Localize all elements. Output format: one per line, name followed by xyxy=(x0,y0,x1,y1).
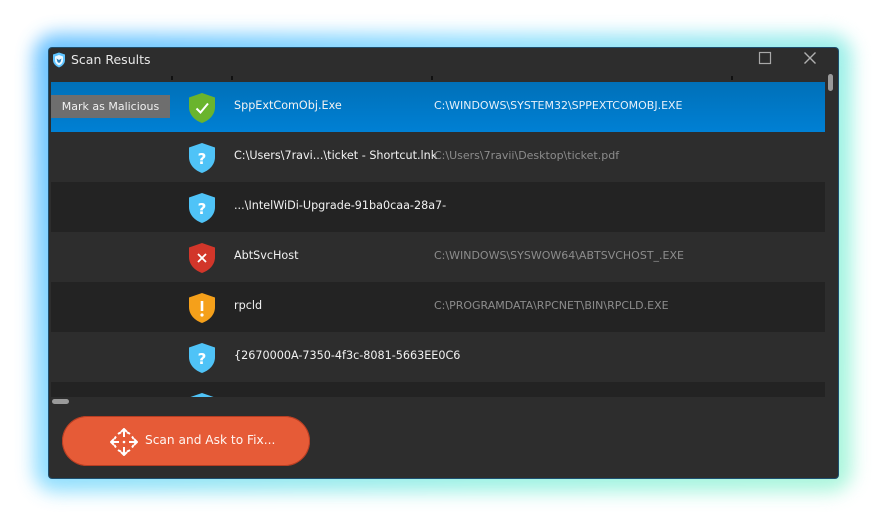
horizontal-scrollbar-thumb[interactable] xyxy=(52,399,69,404)
title-bar[interactable]: Scan Results xyxy=(49,48,838,72)
close-icon xyxy=(804,52,816,64)
column-separator[interactable] xyxy=(731,76,733,80)
column-header xyxy=(51,72,825,82)
file-path: C:\PROGRAMDATA\RPCNET\BIN\RPCLD.EXE xyxy=(434,299,669,312)
table-row[interactable]: Mark as Malicious SppExtComObj.Exe C:\WIND… xyxy=(51,82,825,132)
window-title: Scan Results xyxy=(71,52,151,67)
svg-text:?: ? xyxy=(198,350,207,368)
column-separator[interactable] xyxy=(231,76,233,80)
table-row[interactable]: AbtSvcHost C:\WINDOWS\SYSWOW64\ABTSVCHOST… xyxy=(51,232,825,282)
table-row[interactable]: ? C:\Users\7ravi...\ticket - Shortcut.lnk… xyxy=(51,132,825,182)
table-row[interactable]: rpcld C:\PROGRAMDATA\RPCNET\BIN\RPCLD.EXE xyxy=(51,282,825,332)
file-path: C:\WINDOWS\SYSTEM32\SPPEXTCOMOBJ.EXE xyxy=(434,99,683,112)
maximize-button[interactable] xyxy=(746,48,786,70)
vertical-scrollbar-thumb[interactable] xyxy=(828,74,833,91)
column-separator[interactable] xyxy=(431,76,433,80)
close-button[interactable] xyxy=(791,48,831,70)
table-row[interactable]: ? xyxy=(51,382,825,397)
file-name: {2670000A-7350-4f3c-8081-5663EE0C6 xyxy=(234,349,461,362)
scan-results-window: Scan Results Mark as Malicious SppExtComO… xyxy=(49,48,838,478)
results-list: Mark as Malicious SppExtComObj.Exe C:\WIND… xyxy=(51,82,825,397)
question-shield-icon: ? xyxy=(190,393,214,397)
scan-and-fix-label: Scan and Ask to Fix... xyxy=(145,433,276,447)
file-name: C:\Users\7ravi...\ticket - Shortcut.lnk xyxy=(234,149,438,162)
x-shield-icon xyxy=(189,243,215,273)
file-path: C:\WINDOWS\SYSWOW64\ABTSVCHOST_.EXE xyxy=(434,249,684,262)
maximize-icon xyxy=(758,51,772,65)
question-shield-icon: ? xyxy=(189,193,215,223)
table-row[interactable]: ? {2670000A-7350-4f3c-8081-5663EE0C6 xyxy=(51,332,825,382)
question-shield-icon: ? xyxy=(189,143,215,173)
mark-as-malicious-button[interactable]: Mark as Malicious xyxy=(51,95,170,118)
table-row[interactable]: ? ...\IntelWiDi-Upgrade-91ba0caa-28a7- xyxy=(51,182,825,232)
svg-text:?: ? xyxy=(198,200,207,218)
svg-text:?: ? xyxy=(198,150,207,168)
file-name: SppExtComObj.Exe xyxy=(234,99,342,112)
check-shield-icon xyxy=(189,93,215,123)
file-path: C:\Users\7ravii\Desktop\ticket.pdf xyxy=(434,149,620,162)
file-name: rpcld xyxy=(234,299,263,312)
exclamation-shield-icon xyxy=(189,293,215,323)
shield-logo-icon xyxy=(53,52,65,68)
crosshair-icon xyxy=(110,428,138,456)
question-shield-icon: ? xyxy=(189,343,215,373)
file-name: ...\IntelWiDi-Upgrade-91ba0caa-28a7- xyxy=(234,199,447,212)
file-name: AbtSvcHost xyxy=(234,249,299,262)
scan-and-fix-button[interactable]: Scan and Ask to Fix... xyxy=(62,416,310,466)
column-separator[interactable] xyxy=(171,76,173,80)
